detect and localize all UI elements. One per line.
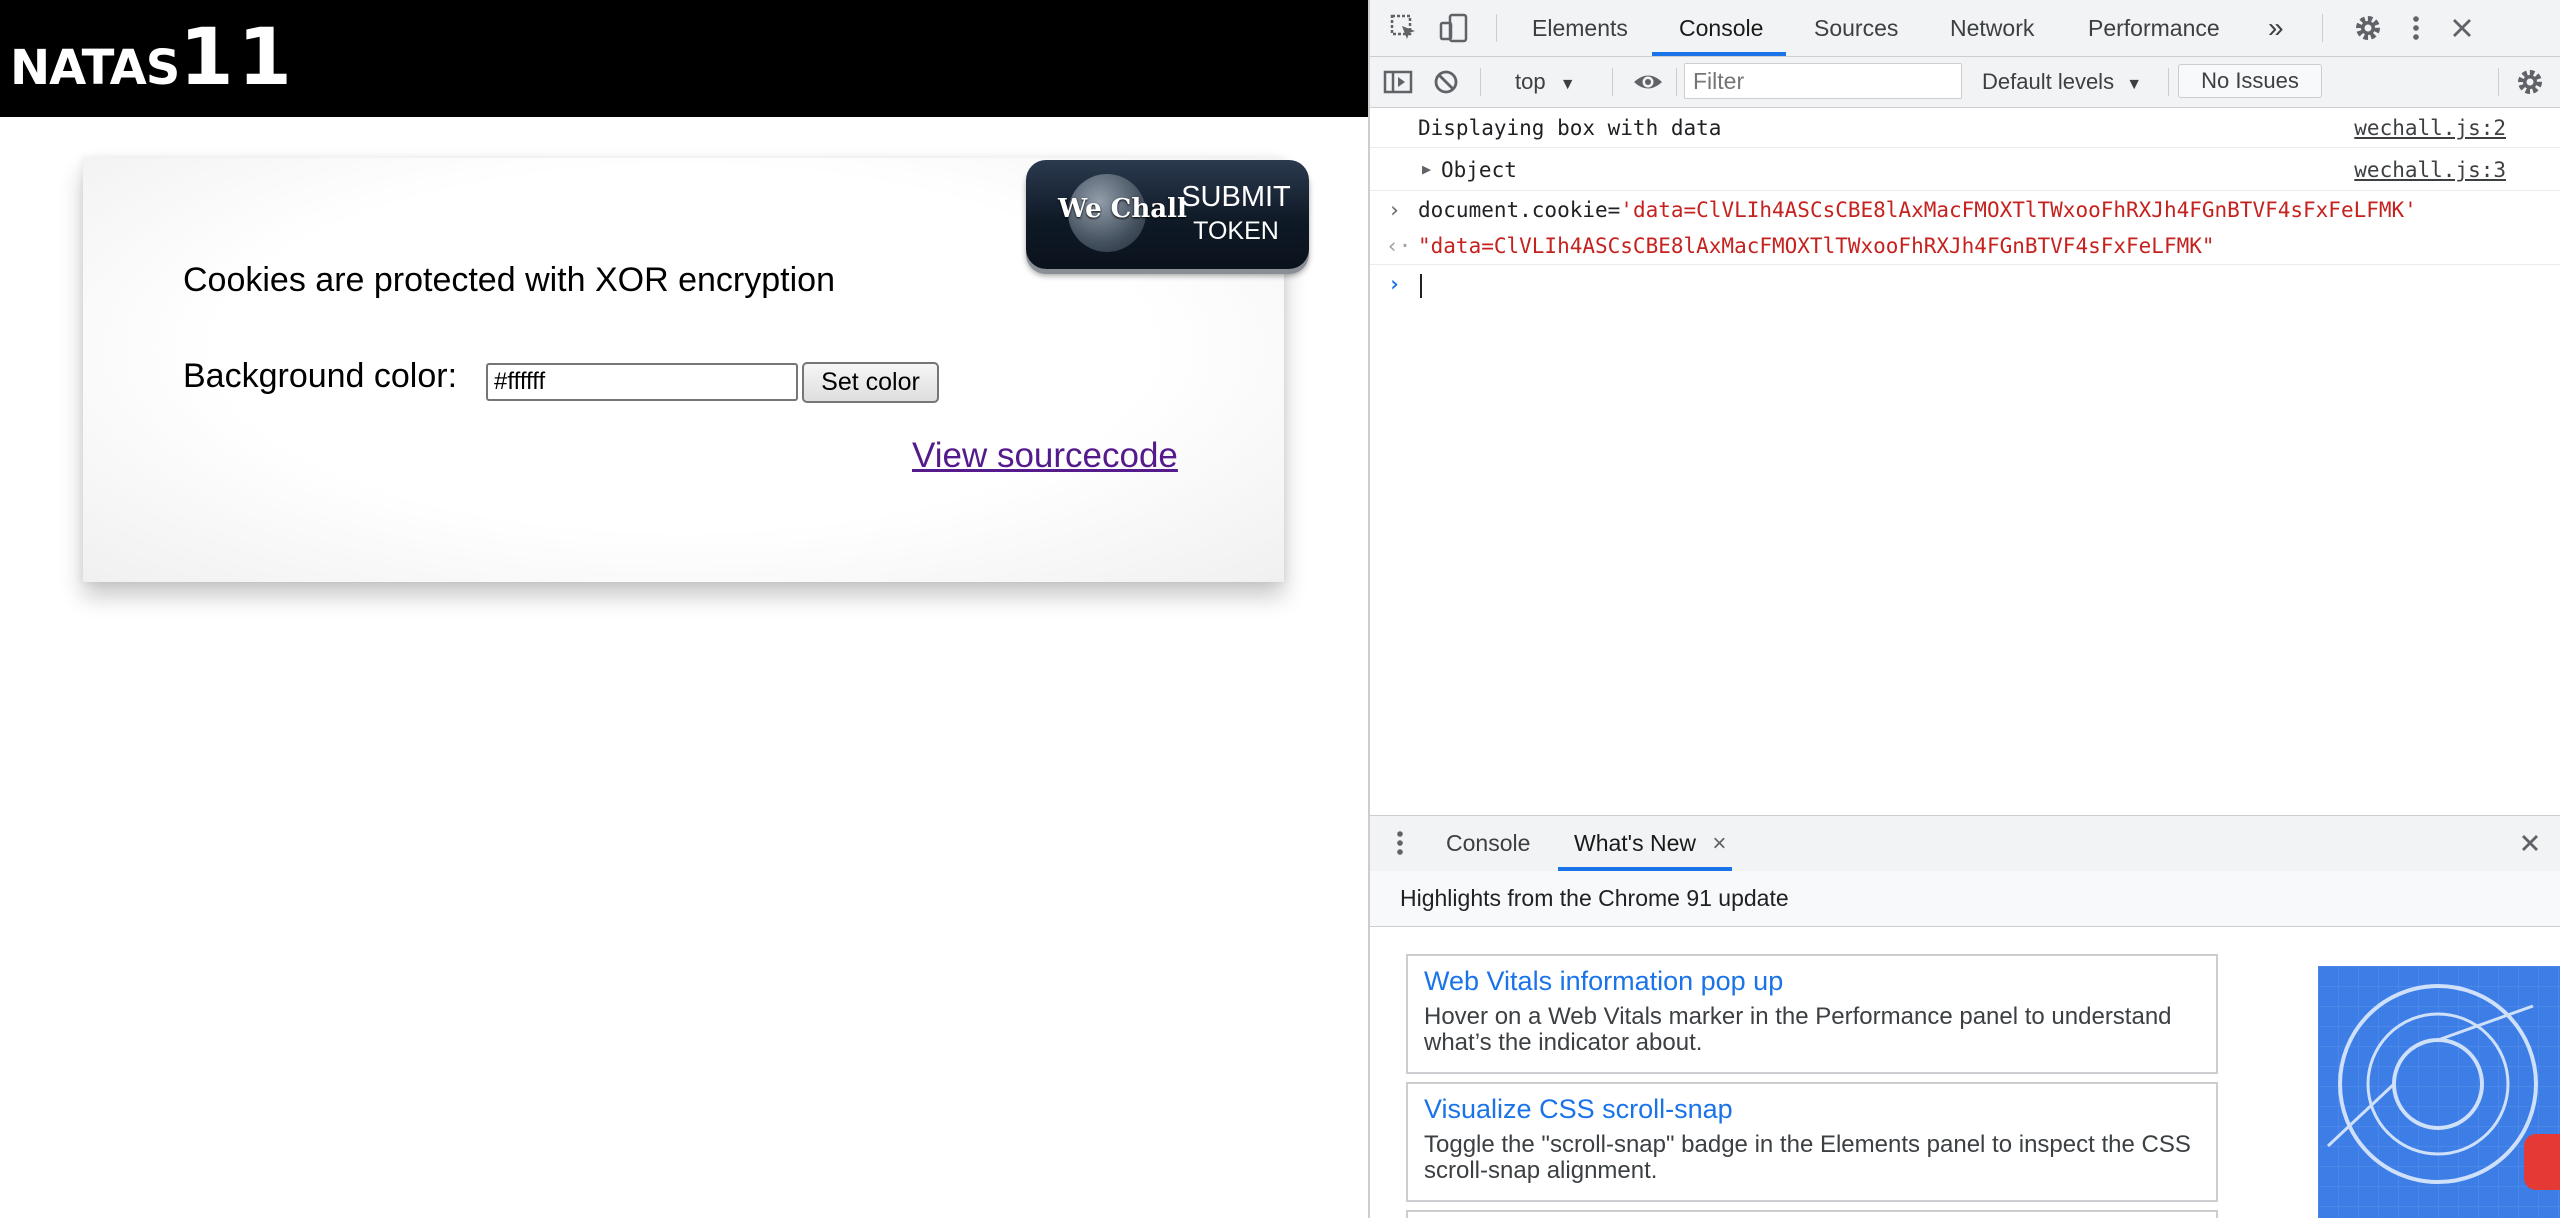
card-title[interactable]: Visualize CSS scroll-snap (1424, 1094, 1733, 1125)
text-cursor (1420, 274, 1422, 298)
console-result-string: "data=ClVLIh4ASCsCBE8lAxMacFMOXTlTWxooFh… (1418, 234, 2215, 258)
console-filter-input[interactable] (1684, 63, 1962, 99)
whats-new-card[interactable]: Web Vitals information pop up Hover on a… (1406, 954, 2218, 1074)
whats-new-label: What's New (1574, 830, 1696, 856)
context-value: top (1515, 69, 1546, 94)
active-tab-indicator (1652, 52, 1786, 56)
drawer-tab-bar: Console What's New × (1370, 815, 2560, 872)
console-command: document.cookie= (1418, 198, 1621, 222)
whats-new-card[interactable]: Visualize CSS scroll-snap Toggle the "sc… (1406, 1082, 2218, 1202)
console-command-string: 'data=ClVLIh4ASCsCBE8lAxMacFMOXTlTWxooFh… (1620, 198, 2417, 222)
device-toolbar-icon[interactable] (1438, 12, 1470, 44)
card-description: Hover on a Web Vitals marker in the Perf… (1424, 1003, 2172, 1056)
wechall-logo: We Chall (1058, 194, 1187, 224)
submit-token-label: SUBMIT TOKEN (1181, 180, 1291, 248)
tab-elements[interactable]: Elements (1532, 0, 1628, 56)
tab-performance[interactable]: Performance (2088, 0, 2220, 56)
console-message-text: Displaying box with data (1418, 116, 1722, 140)
console-settings-gear-icon[interactable] (2514, 66, 2546, 98)
console-toolbar: top ▼ Default levels ▼ No Issues (1370, 57, 2560, 108)
drawer-tab-whats-new[interactable]: What's New × (1574, 816, 1726, 871)
issues-button[interactable]: No Issues (2178, 64, 2322, 98)
drawer-menu-icon[interactable] (1384, 827, 1416, 859)
context-selector[interactable]: top ▼ (1515, 57, 1576, 107)
natas-page: NATAS11 We Chall SUBMIT TOKEN Cookies ar… (0, 0, 1368, 1218)
wechall-submit-token-button[interactable]: We Chall SUBMIT TOKEN (1026, 160, 1309, 269)
live-expression-eye-icon[interactable] (1632, 66, 1664, 98)
console-object-label[interactable]: Object (1441, 158, 1517, 182)
log-levels-dropdown[interactable]: Default levels ▼ (1982, 57, 2142, 107)
show-sidebar-icon[interactable] (1382, 66, 1414, 98)
tab-sources[interactable]: Sources (1814, 0, 1898, 56)
tab-network[interactable]: Network (1950, 0, 2034, 56)
xor-description: Cookies are protected with XOR encryptio… (183, 261, 835, 299)
close-drawer-icon[interactable] (2514, 827, 2546, 859)
close-devtools-icon[interactable] (2446, 12, 2478, 44)
whats-new-card[interactable] (1406, 1210, 2218, 1218)
devtools-tab-bar: Elements Console Sources Network Perform… (1370, 0, 2560, 57)
console-source-link[interactable]: wechall.js:3 (2354, 158, 2506, 182)
view-sourcecode-link[interactable]: View sourcecode (912, 436, 1178, 476)
highlights-heading: Highlights from the Chrome 91 update (1400, 885, 1789, 911)
background-color-label: Background color: (183, 357, 458, 395)
input-prompt-icon: › (1388, 198, 1401, 222)
page-title: NATAS11 (10, 19, 296, 97)
submit-label-line2: TOKEN (1193, 217, 1279, 245)
expand-triangle-icon[interactable]: ▶ (1422, 160, 1431, 178)
dropdown-arrow-icon: ▼ (1559, 76, 1576, 93)
close-tab-icon[interactable]: × (1712, 830, 1726, 857)
devtools-panel: Elements Console Sources Network Perform… (1368, 0, 2560, 1218)
title-natas: NATAS (10, 40, 180, 96)
title-level: 11 (179, 13, 296, 103)
clear-console-icon[interactable] (1430, 66, 1462, 98)
drawer-tab-console[interactable]: Console (1446, 816, 1530, 871)
more-options-icon[interactable] (2400, 12, 2432, 44)
set-color-button[interactable]: Set color (802, 362, 939, 403)
result-arrow-icon: ‹· (1386, 234, 1412, 258)
card-title[interactable]: Web Vitals information pop up (1424, 966, 1783, 997)
settings-gear-icon[interactable] (2352, 12, 2384, 44)
console-source-link[interactable]: wechall.js:2 (2354, 116, 2506, 140)
chrome-update-illustration (2318, 966, 2560, 1218)
dropdown-arrow-icon: ▼ (2126, 76, 2143, 93)
page-header: NATAS11 (0, 0, 1368, 117)
background-color-input[interactable] (486, 363, 798, 401)
whats-new-header: Highlights from the Chrome 91 update (1370, 871, 2560, 927)
inspect-element-icon[interactable] (1388, 12, 1420, 44)
prompt-chevron-icon: › (1388, 272, 1401, 296)
more-tabs-icon[interactable]: » (2268, 0, 2284, 56)
submit-label-line1: SUBMIT (1181, 181, 1291, 213)
tab-console[interactable]: Console (1679, 0, 1763, 56)
log-levels-label: Default levels (1982, 69, 2115, 94)
card-description: Toggle the "scroll-snap" badge in the El… (1424, 1131, 2191, 1184)
